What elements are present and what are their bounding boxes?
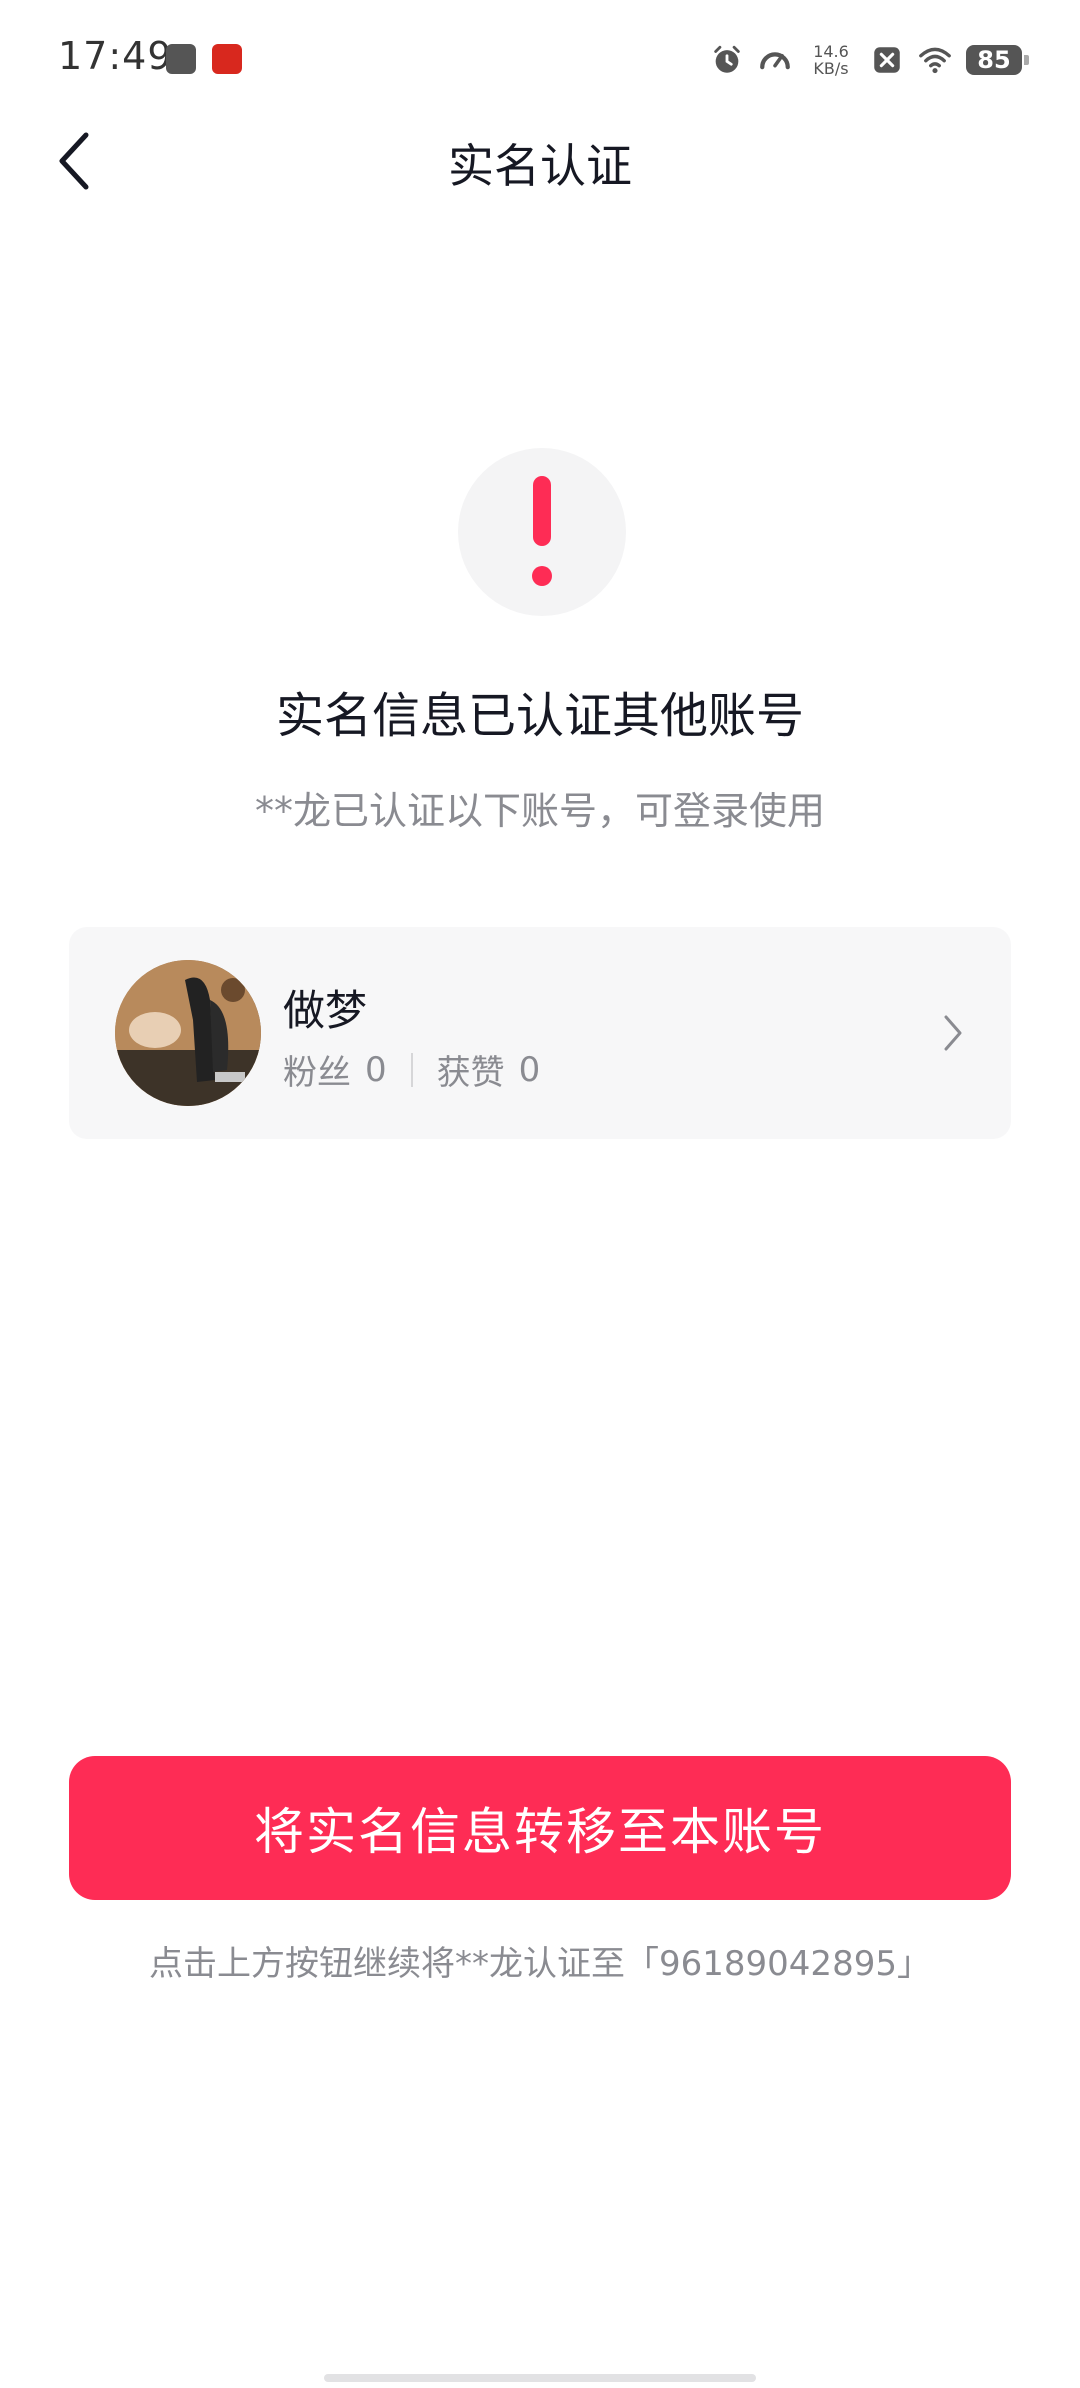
stat-divider <box>410 1052 413 1087</box>
chevron-right-icon <box>944 1015 962 1051</box>
account-stats: 粉丝 0 获赞 0 <box>283 1045 540 1094</box>
footnote: 点击上方按钮继续将**龙认证至「96189042895」 <box>149 1944 931 1984</box>
subheadline: **龙已认证以下账号，可登录使用 <box>254 789 825 833</box>
account-card[interactable]: 做梦 粉丝 0 获赞 0 <box>69 927 1011 1139</box>
transfer-verification-button[interactable]: 将实名信息转移至本账号 <box>69 1756 1011 1900</box>
wifi-icon <box>919 47 951 74</box>
battery-icon: 85 <box>966 45 1029 75</box>
avatar-photo <box>115 960 261 1106</box>
no-sim-icon <box>874 47 900 73</box>
page-title: 实名认证 <box>448 139 632 193</box>
net-speed-value: 14.6 <box>813 42 849 61</box>
likes-count: 0 <box>518 1049 541 1090</box>
avatar <box>115 960 261 1106</box>
home-indicator[interactable] <box>324 2374 756 2382</box>
app-icon <box>212 44 242 74</box>
nav-bar: 实名认证 <box>0 120 1080 200</box>
alert-badge <box>458 448 626 616</box>
likes-label: 获赞 <box>436 1053 505 1093</box>
speedometer-icon <box>760 52 790 70</box>
status-bar: 17:49 14.6 KB/s 85 <box>0 0 1080 120</box>
message-icon <box>166 44 196 74</box>
exclamation-icon <box>532 476 552 586</box>
battery-level: 85 <box>977 46 1011 74</box>
account-name: 做梦 <box>283 986 368 1035</box>
status-icons: 14.6 KB/s 85 <box>710 38 1029 82</box>
status-time: 17:49 <box>58 34 173 78</box>
alarm-icon <box>714 45 740 73</box>
headline: 实名信息已认证其他账号 <box>275 688 804 744</box>
fans-label: 粉丝 <box>283 1053 351 1093</box>
net-speed-unit: KB/s <box>813 59 849 78</box>
net-speed: 14.6 KB/s <box>806 43 856 77</box>
fans-count: 0 <box>365 1049 387 1090</box>
